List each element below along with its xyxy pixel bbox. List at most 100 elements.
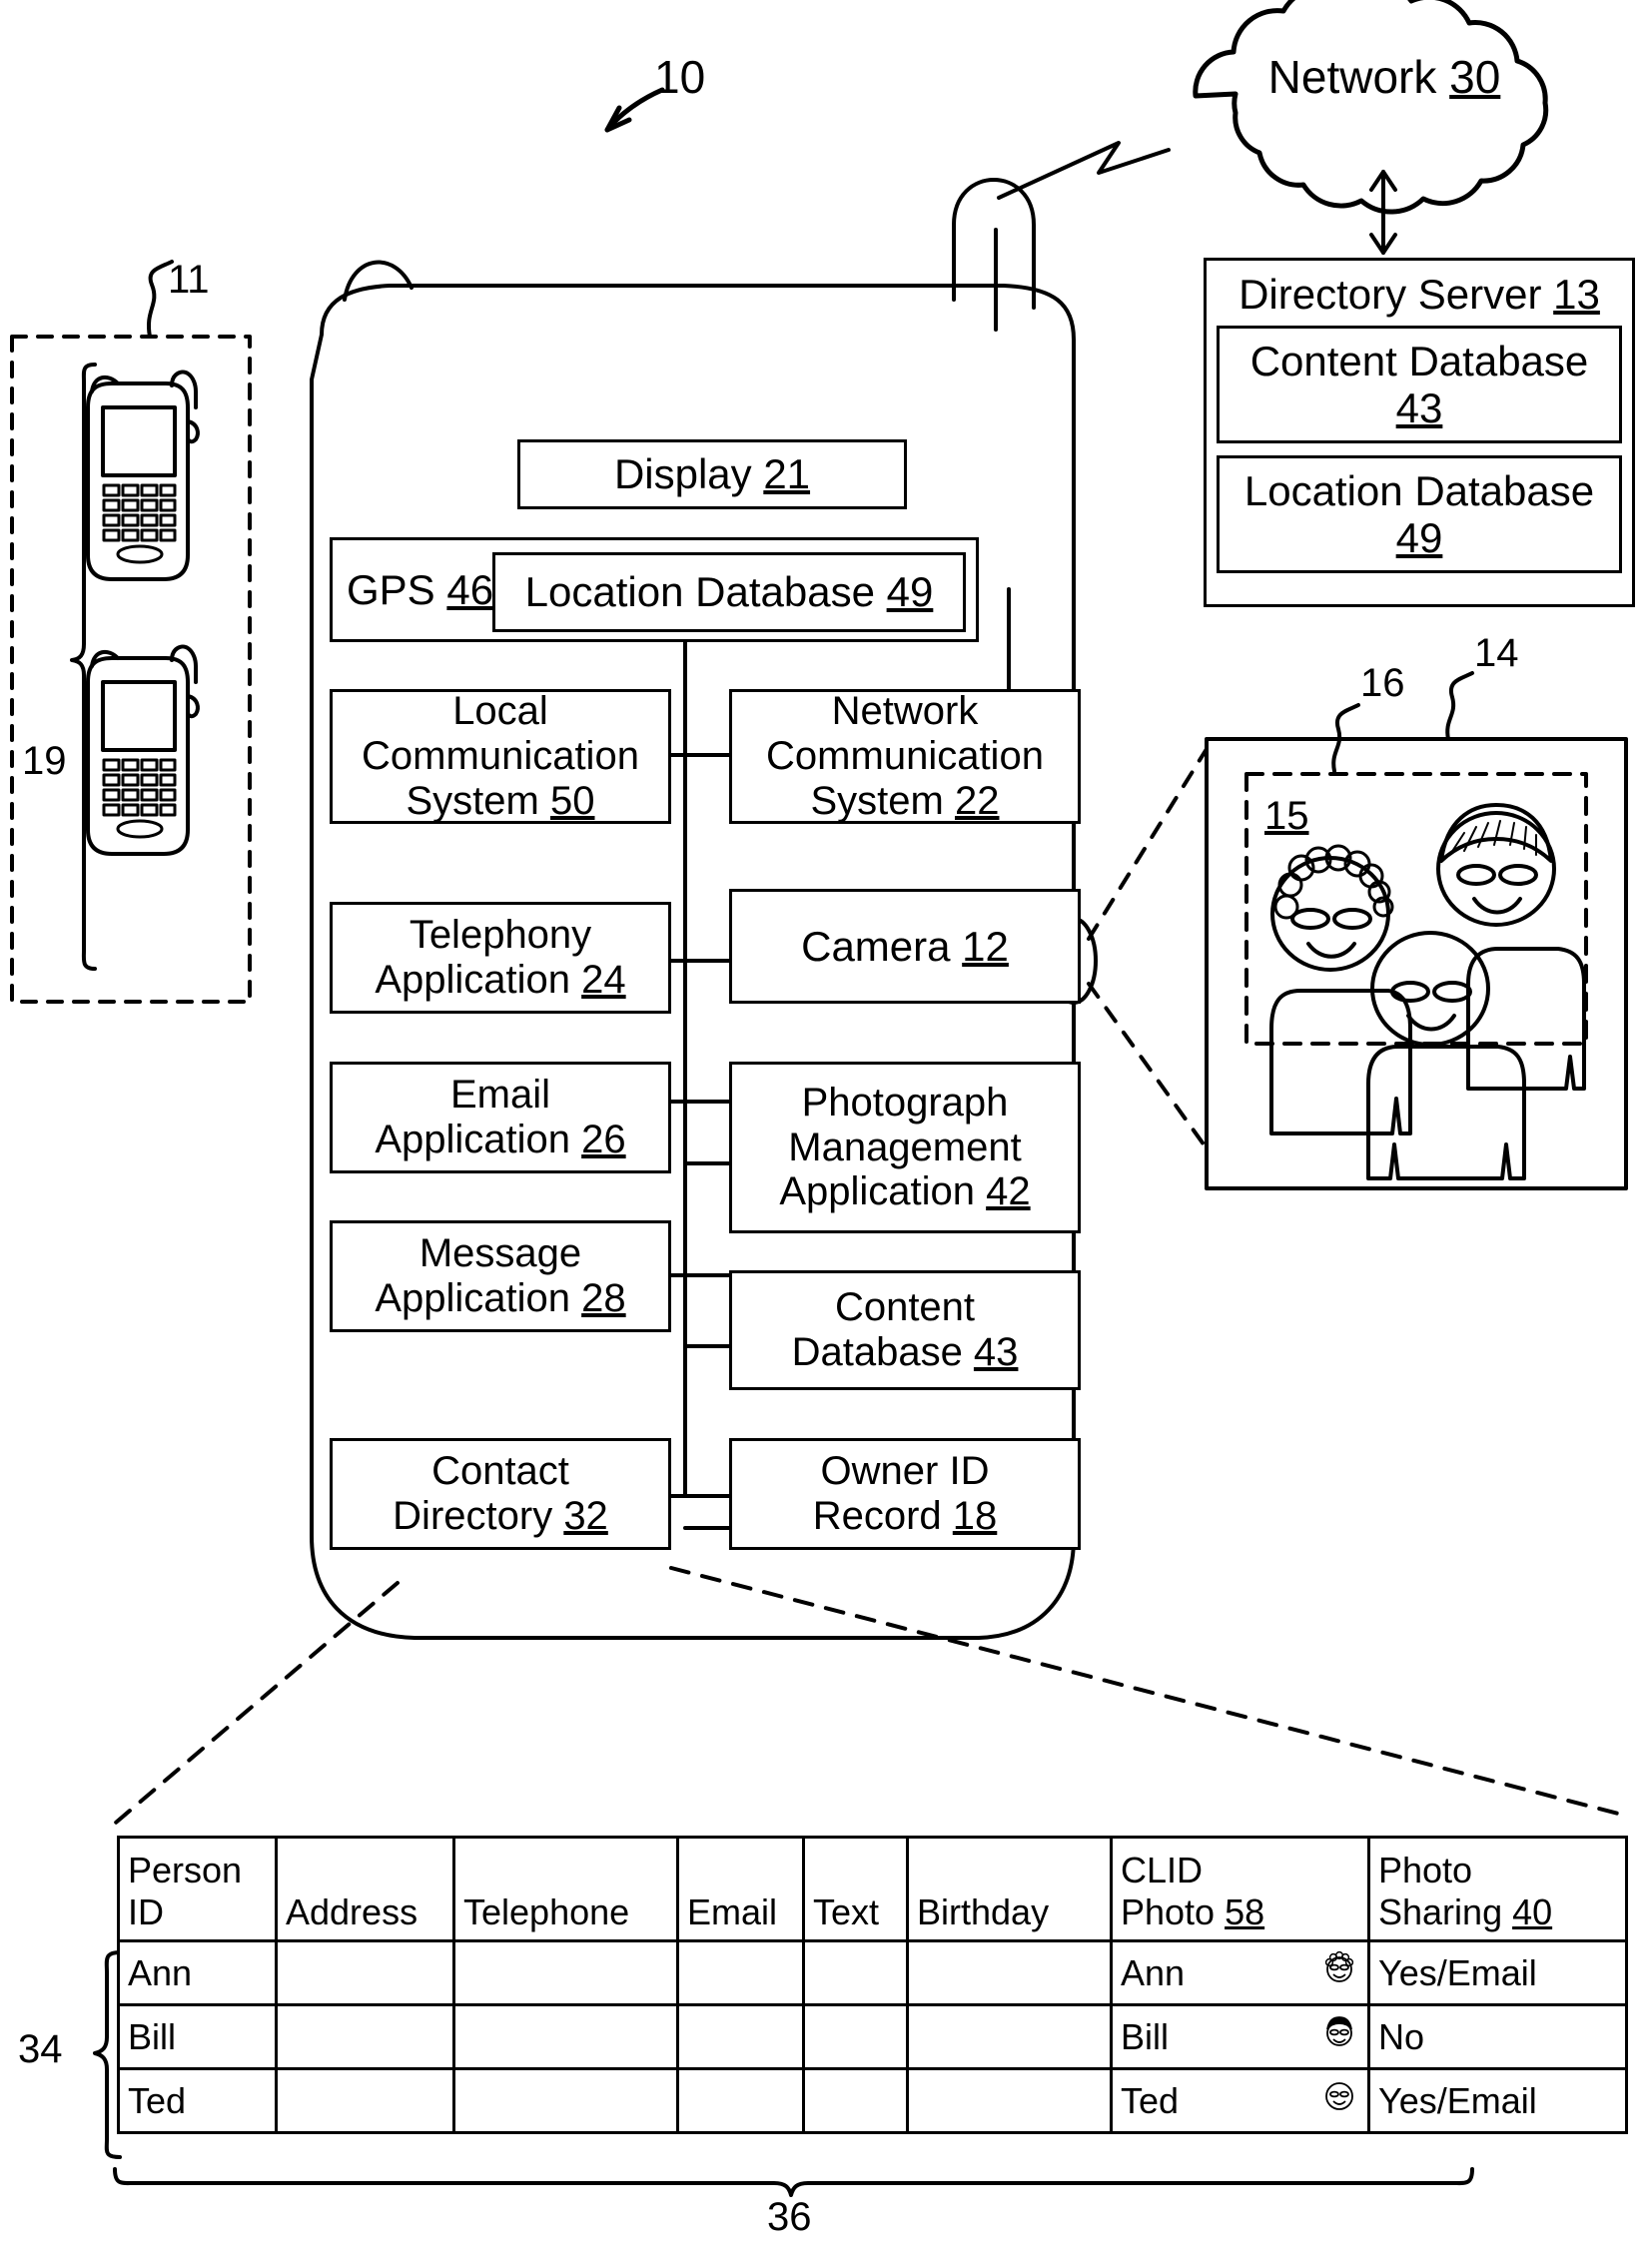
cell-text[interactable] — [802, 2003, 909, 2070]
photo-inner-ref-15: 15 — [1264, 794, 1309, 839]
email-line2: Application 26 — [375, 1118, 626, 1161]
directory-server-ref: 13 — [1553, 271, 1600, 318]
email-line1: Email — [449, 1073, 551, 1118]
camera-label: Camera — [801, 922, 951, 970]
device-location-database-ref: 49 — [886, 568, 934, 616]
photograph-management-application-box: Photograph Management Application 42 Pho… — [729, 1062, 1081, 1233]
column-header-birthday[interactable]: Birthday — [906, 1836, 1113, 1942]
device-content-db-line2: Database 43 — [791, 1330, 1019, 1374]
photograph-group — [1087, 671, 1628, 1190]
gps-box: GPS 46 Location Database 49 — [330, 537, 979, 642]
photo-crop-ref-16: 16 — [1360, 661, 1405, 705]
curly-hair-face-icon — [1319, 1948, 1359, 1997]
cell-telephone[interactable] — [452, 2003, 679, 2070]
cell-photo-sharing[interactable]: Yes/Email — [1367, 2067, 1628, 2134]
network-comm-ref: 22 — [954, 778, 1000, 823]
telephony-ref: 24 — [581, 958, 626, 1002]
table-header-row: PersonIDPerson ID Address Telephone Emai… — [117, 1836, 1628, 1942]
peer-bracket-ref-19: 19 — [22, 739, 67, 783]
cell-email[interactable] — [676, 2003, 805, 2070]
column-header-address[interactable]: Address — [275, 1836, 455, 1942]
column-header-photo-sharing[interactable]: PhotoSharing 40Photo Sharing — [1367, 1836, 1628, 1942]
cell-clid-photo[interactable]: Ann — [1110, 1939, 1370, 2006]
cell-telephone[interactable] — [452, 1939, 679, 2006]
camera-ref: 12 — [962, 922, 1009, 970]
cell-address[interactable] — [275, 2067, 455, 2134]
camera-box: Camera 12 — [729, 889, 1081, 1004]
directory-server-location-database-box: Location Database 49 — [1217, 455, 1622, 574]
photo-mgmt-line3: Application 42 — [779, 1169, 1031, 1214]
cell-address[interactable] — [275, 2003, 455, 2070]
local-comm-line3: System 50 — [406, 778, 595, 823]
clid-photo-name: Ann — [1121, 1951, 1186, 1993]
local-comm-ref: 50 — [549, 778, 595, 823]
cell-clid-photo[interactable]: Bill — [1110, 2003, 1370, 2070]
directory-server-content-database-box: Content Database 43 — [1217, 326, 1622, 444]
cell-birthday[interactable] — [906, 1939, 1113, 2006]
display-label: Display — [613, 450, 752, 498]
column-header-clid-photo[interactable]: CLIDPhoto 58CLID Photo — [1110, 1836, 1370, 1942]
cell-address[interactable] — [275, 1939, 455, 2006]
owner-id-line2: Record 18 — [812, 1494, 998, 1538]
cell-text[interactable] — [802, 2067, 909, 2134]
network-cloud-label: Network 30 — [1185, 50, 1584, 104]
dark-hair-face-icon — [1319, 2012, 1359, 2061]
photo-sharing-ref: 40 — [1512, 1891, 1553, 1932]
telephony-line1: Telephony — [409, 913, 592, 958]
owner-id-line1: Owner ID — [820, 1449, 990, 1494]
cell-email[interactable] — [676, 1939, 805, 2006]
cell-telephone[interactable] — [452, 2067, 679, 2134]
column-header-email-text: Email — [687, 1891, 778, 1932]
cell-person-id[interactable]: Ann — [117, 1939, 278, 2006]
cell-email[interactable] — [676, 2067, 805, 2134]
patent-figure: 10 Network 30 Directory Server 13 Conten… — [0, 0, 1652, 2262]
display-ref: 21 — [763, 450, 811, 498]
cell-text[interactable] — [802, 1939, 909, 2006]
photo-inner-ref-value: 15 — [1264, 794, 1309, 838]
column-header-address-text: Address — [286, 1891, 418, 1932]
local-comm-line2: Communication — [362, 734, 639, 779]
owner-id-record-box: Owner ID Record 18 Owner ID Record — [729, 1438, 1081, 1550]
local-communication-system-box: Local Communication System 50 Local Comm… — [330, 689, 671, 824]
photo-frame-ref-14: 14 — [1474, 631, 1519, 675]
contact-directory-table[interactable]: PersonIDPerson ID Address Telephone Emai… — [117, 1836, 1628, 2134]
system-ref-10: 10 — [654, 51, 706, 103]
telephony-line2: Application 24 — [375, 958, 626, 1002]
directory-server-title: Directory Server 13 — [1217, 269, 1622, 326]
photo-mgmt-line1: Photograph — [801, 1080, 1009, 1125]
message-line1: Message — [418, 1231, 582, 1276]
cell-birthday[interactable] — [906, 2003, 1113, 2070]
network-communication-system-box: Network Communication System 22 Network … — [729, 689, 1081, 824]
cell-person-id[interactable]: Ted — [117, 2067, 278, 2134]
cell-photo-sharing[interactable]: No — [1367, 2003, 1628, 2070]
table-row[interactable]: Ted Ted Yes/Email — [117, 2067, 1628, 2134]
cell-person-id[interactable]: Bill — [117, 2003, 278, 2070]
device-location-database-label: Location Database — [524, 568, 875, 616]
cell-photo-sharing[interactable]: Yes/Email — [1367, 1939, 1628, 2006]
device-content-db-line1: Content — [834, 1285, 976, 1330]
email-ref: 26 — [581, 1118, 626, 1161]
network-label-text: Network — [1267, 51, 1437, 103]
contact-directory-ref: 32 — [563, 1494, 608, 1538]
network-comm-line1: Network — [831, 689, 979, 734]
column-header-telephone[interactable]: Telephone — [452, 1836, 679, 1942]
cell-birthday[interactable] — [906, 2067, 1113, 2134]
message-application-box: Message Application 28 Message Applicati… — [330, 1220, 671, 1332]
column-header-text-text: Text — [813, 1891, 880, 1932]
column-header-text[interactable]: Text — [802, 1836, 909, 1942]
column-header-email[interactable]: Email — [676, 1836, 805, 1942]
content-database-label: Content Database — [1249, 338, 1589, 384]
owner-id-ref: 18 — [952, 1494, 998, 1538]
table-row[interactable]: Bill Bill No — [117, 2003, 1628, 2070]
clid-photo-name: Ted — [1121, 2079, 1180, 2121]
cell-clid-photo[interactable]: Ted — [1110, 2067, 1370, 2134]
network-comm-line3: System 22 — [810, 778, 1000, 823]
photo-mgmt-line2: Management — [788, 1125, 1022, 1169]
table-row[interactable]: Ann Ann Yes/Email — [117, 1939, 1628, 2006]
bald-face-icon — [1319, 2076, 1359, 2125]
column-header-telephone-text: Telephone — [463, 1891, 630, 1932]
clid-photo-ref: 58 — [1225, 1891, 1265, 1932]
column-header-person-id[interactable]: PersonIDPerson ID — [117, 1836, 278, 1942]
contact-dir-line1: Contact — [431, 1449, 569, 1494]
clid-photo-name: Bill — [1121, 2015, 1170, 2057]
